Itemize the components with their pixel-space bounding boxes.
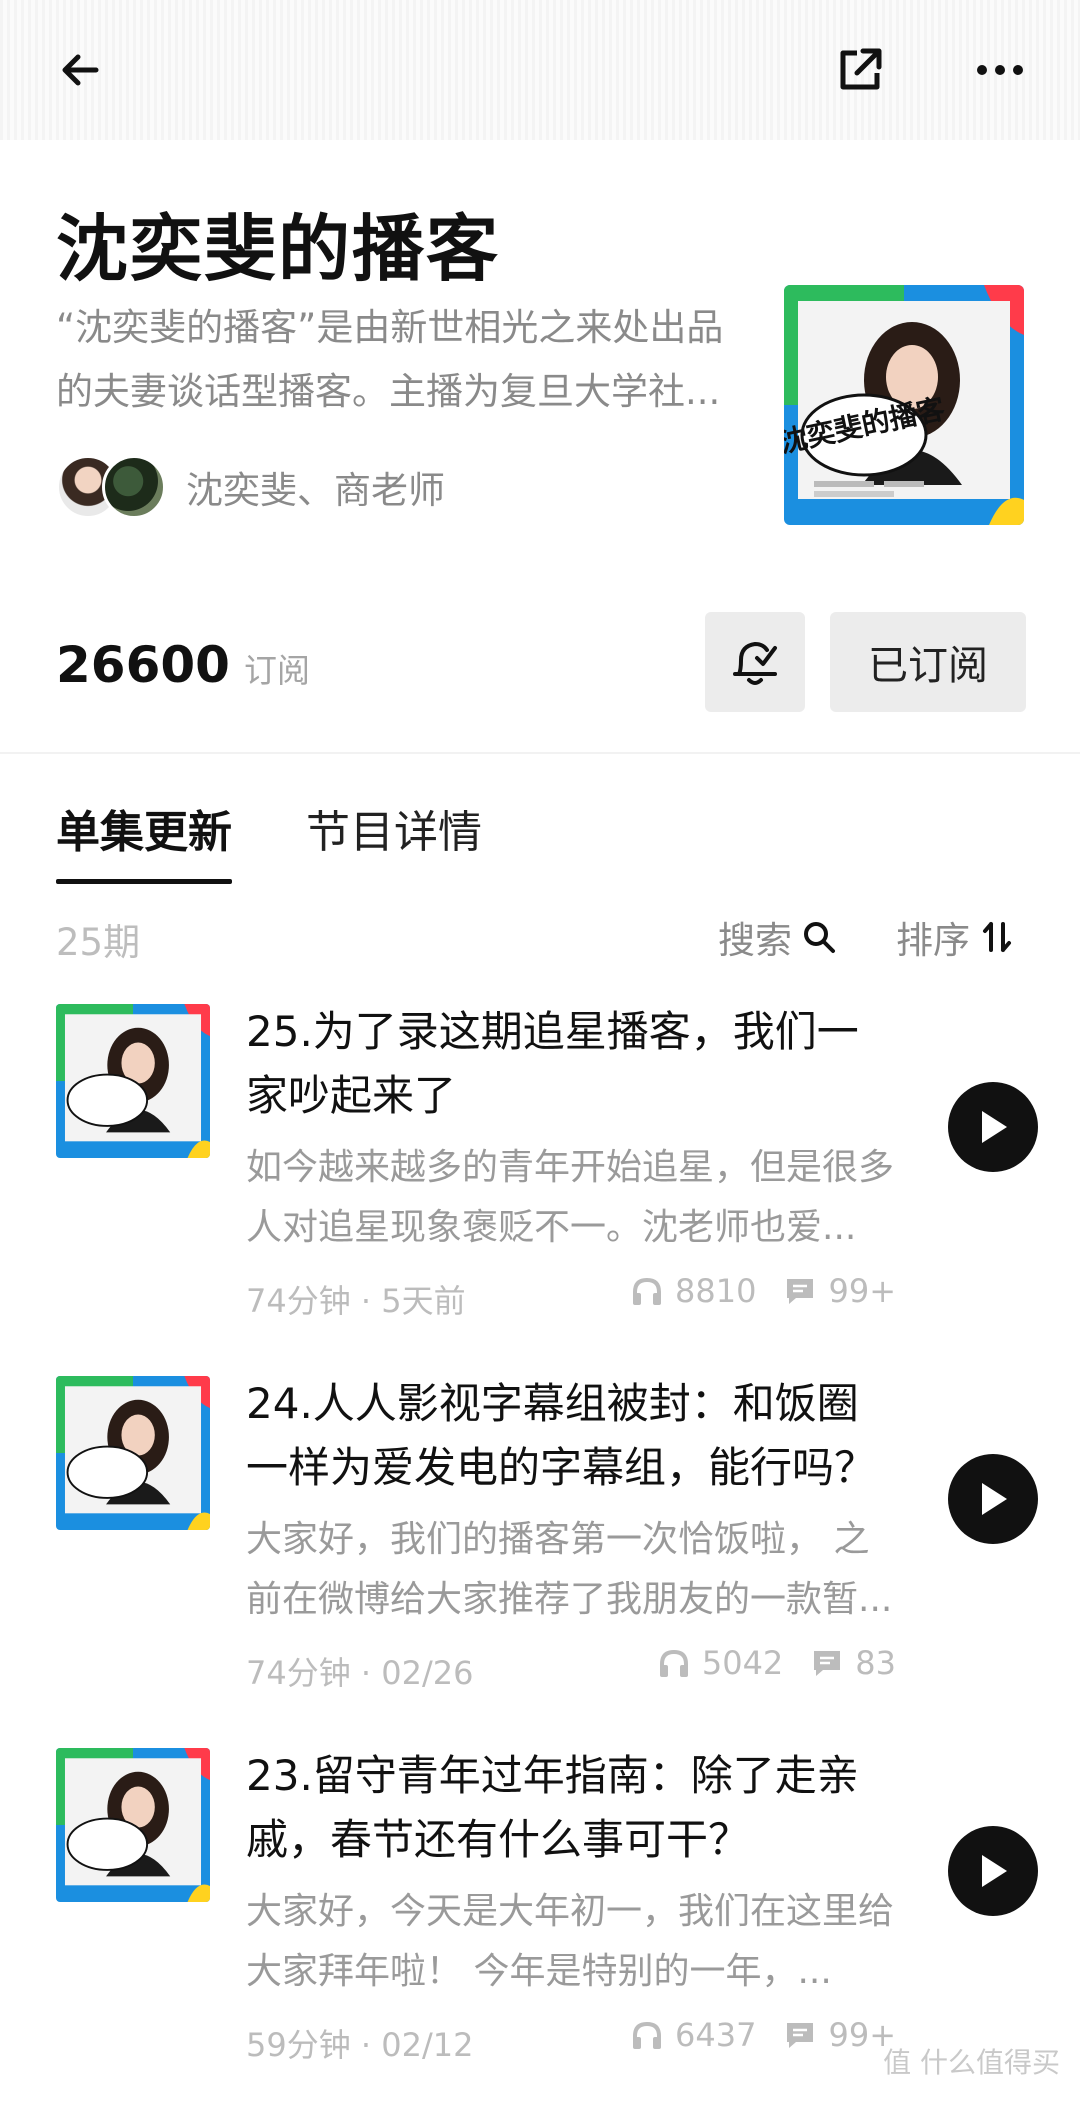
headphones-icon	[633, 2021, 662, 2049]
bell-check-icon	[733, 641, 777, 685]
share-icon	[840, 48, 882, 90]
podcast-description[interactable]: “沈奕斐的播客”是由新世相光之来处出品的夫妻谈话型播客。主播为复旦大学社...	[56, 296, 756, 424]
plays-stat: 8810	[631, 1272, 756, 1310]
comment-icon	[814, 1651, 841, 1676]
arrow-left-icon	[62, 54, 99, 86]
plays-stat: 5042	[658, 1644, 783, 1682]
host-names: 沈奕斐、商老师	[186, 469, 445, 512]
podcast-title: 沈奕斐的播客	[56, 207, 501, 291]
share-button[interactable]	[830, 40, 890, 100]
subscriber-label: 订阅	[243, 651, 310, 690]
episode-summary: 大家好，我们的播客第一次恰饭啦， 之前在微博给大家推荐了我朋友的一款暂...	[246, 1519, 893, 1620]
comments-stat: 99+	[784, 1272, 896, 1310]
episode-item[interactable]: 24.人人影视字幕组被封：和饭圈一样为爱发电的字幕组，能行吗？ 大家好，我们的播…	[0, 1376, 1080, 1736]
subscribed-button[interactable]: 已订阅	[830, 612, 1026, 712]
headphones-icon	[633, 1277, 662, 1305]
episode-count: 25期	[56, 921, 141, 964]
play-button[interactable]	[948, 1826, 1038, 1916]
episode-thumbnail	[56, 1748, 210, 1902]
episode-title: 24.人人影视字幕组被封：和饭圈一样为爱发电的字幕组，能行吗？	[246, 1379, 877, 1492]
subscriber-stats: 26600 订阅	[56, 636, 310, 694]
episode-thumbnail	[56, 1376, 210, 1530]
episode-summary: 如今越来越多的青年开始追星，但是很多人对追星现象褒贬不一。沈老师也爱...	[246, 1147, 895, 1248]
episode-stats: 5042 83	[630, 1644, 896, 1682]
tab-bar: 单集更新 节目详情	[56, 796, 556, 884]
tab-episodes[interactable]: 单集更新	[56, 796, 232, 884]
comments-stat: 99+	[784, 2016, 896, 2054]
plays-stat: 6437	[631, 2016, 756, 2054]
search-label: 搜索	[718, 919, 792, 962]
episode-summary: 大家好，今天是大年初一，我们在这里给大家拜年啦！ 今年是特别的一年，...	[246, 1891, 895, 1992]
headphones-icon	[659, 1649, 688, 1677]
episode-duration-date: 59分钟 · 02/12	[246, 2026, 474, 2064]
episode-item[interactable]: 25.为了录这期追星播客，我们一家吵起来了 如今越来越多的青年开始追星，但是很多…	[0, 1004, 1080, 1364]
podcast-cover: 沈奕斐的播客	[784, 285, 1024, 525]
comment-count: 83	[855, 1644, 896, 1682]
play-button[interactable]	[948, 1454, 1038, 1544]
divider	[0, 752, 1080, 754]
episode-duration-date: 74分钟 · 5天前	[246, 1282, 466, 1320]
comments-stat: 83	[811, 1644, 896, 1682]
host-avatar	[102, 455, 166, 519]
top-bar	[0, 0, 1080, 140]
play-count: 6437	[675, 2016, 757, 2054]
more-horizontal-icon	[977, 65, 1023, 75]
play-count: 8810	[675, 1272, 757, 1310]
hosts-row[interactable]: 沈奕斐、商老师	[56, 452, 445, 522]
sort-button[interactable]: 排序	[896, 910, 1014, 964]
watermark: 值 什么值得买	[883, 2046, 1060, 2079]
episode-title: 25.为了录这期追星播客，我们一家吵起来了	[246, 1007, 859, 1120]
tab-details[interactable]: 节目详情	[306, 796, 482, 884]
comment-icon	[787, 2023, 814, 2048]
search-button[interactable]: 搜索	[718, 910, 836, 964]
episode-stats: 8810 99+	[603, 1272, 896, 1310]
play-icon	[982, 1483, 1007, 1515]
episode-thumbnail	[56, 1004, 210, 1158]
episode-title: 23.留守青年过年指南：除了走亲戚，春节还有什么事可干？	[246, 1751, 859, 1864]
episode-duration-date: 74分钟 · 02/26	[246, 1654, 474, 1692]
cover-art: 沈奕斐的播客	[784, 285, 1024, 525]
play-count: 5042	[701, 1644, 784, 1682]
subscriber-count: 26600	[56, 636, 230, 694]
notification-button[interactable]	[705, 612, 805, 712]
play-button[interactable]	[948, 1082, 1038, 1172]
play-icon	[982, 1111, 1007, 1143]
sort-label: 排序	[896, 919, 970, 962]
back-button[interactable]	[50, 40, 110, 100]
comment-icon	[787, 1279, 814, 1304]
comment-count: 99+	[828, 1272, 896, 1310]
play-icon	[982, 1855, 1007, 1887]
search-icon	[804, 922, 835, 953]
episode-stats: 6437 99+	[603, 2016, 896, 2054]
more-button[interactable]	[970, 40, 1030, 100]
sort-icon	[983, 922, 1011, 952]
